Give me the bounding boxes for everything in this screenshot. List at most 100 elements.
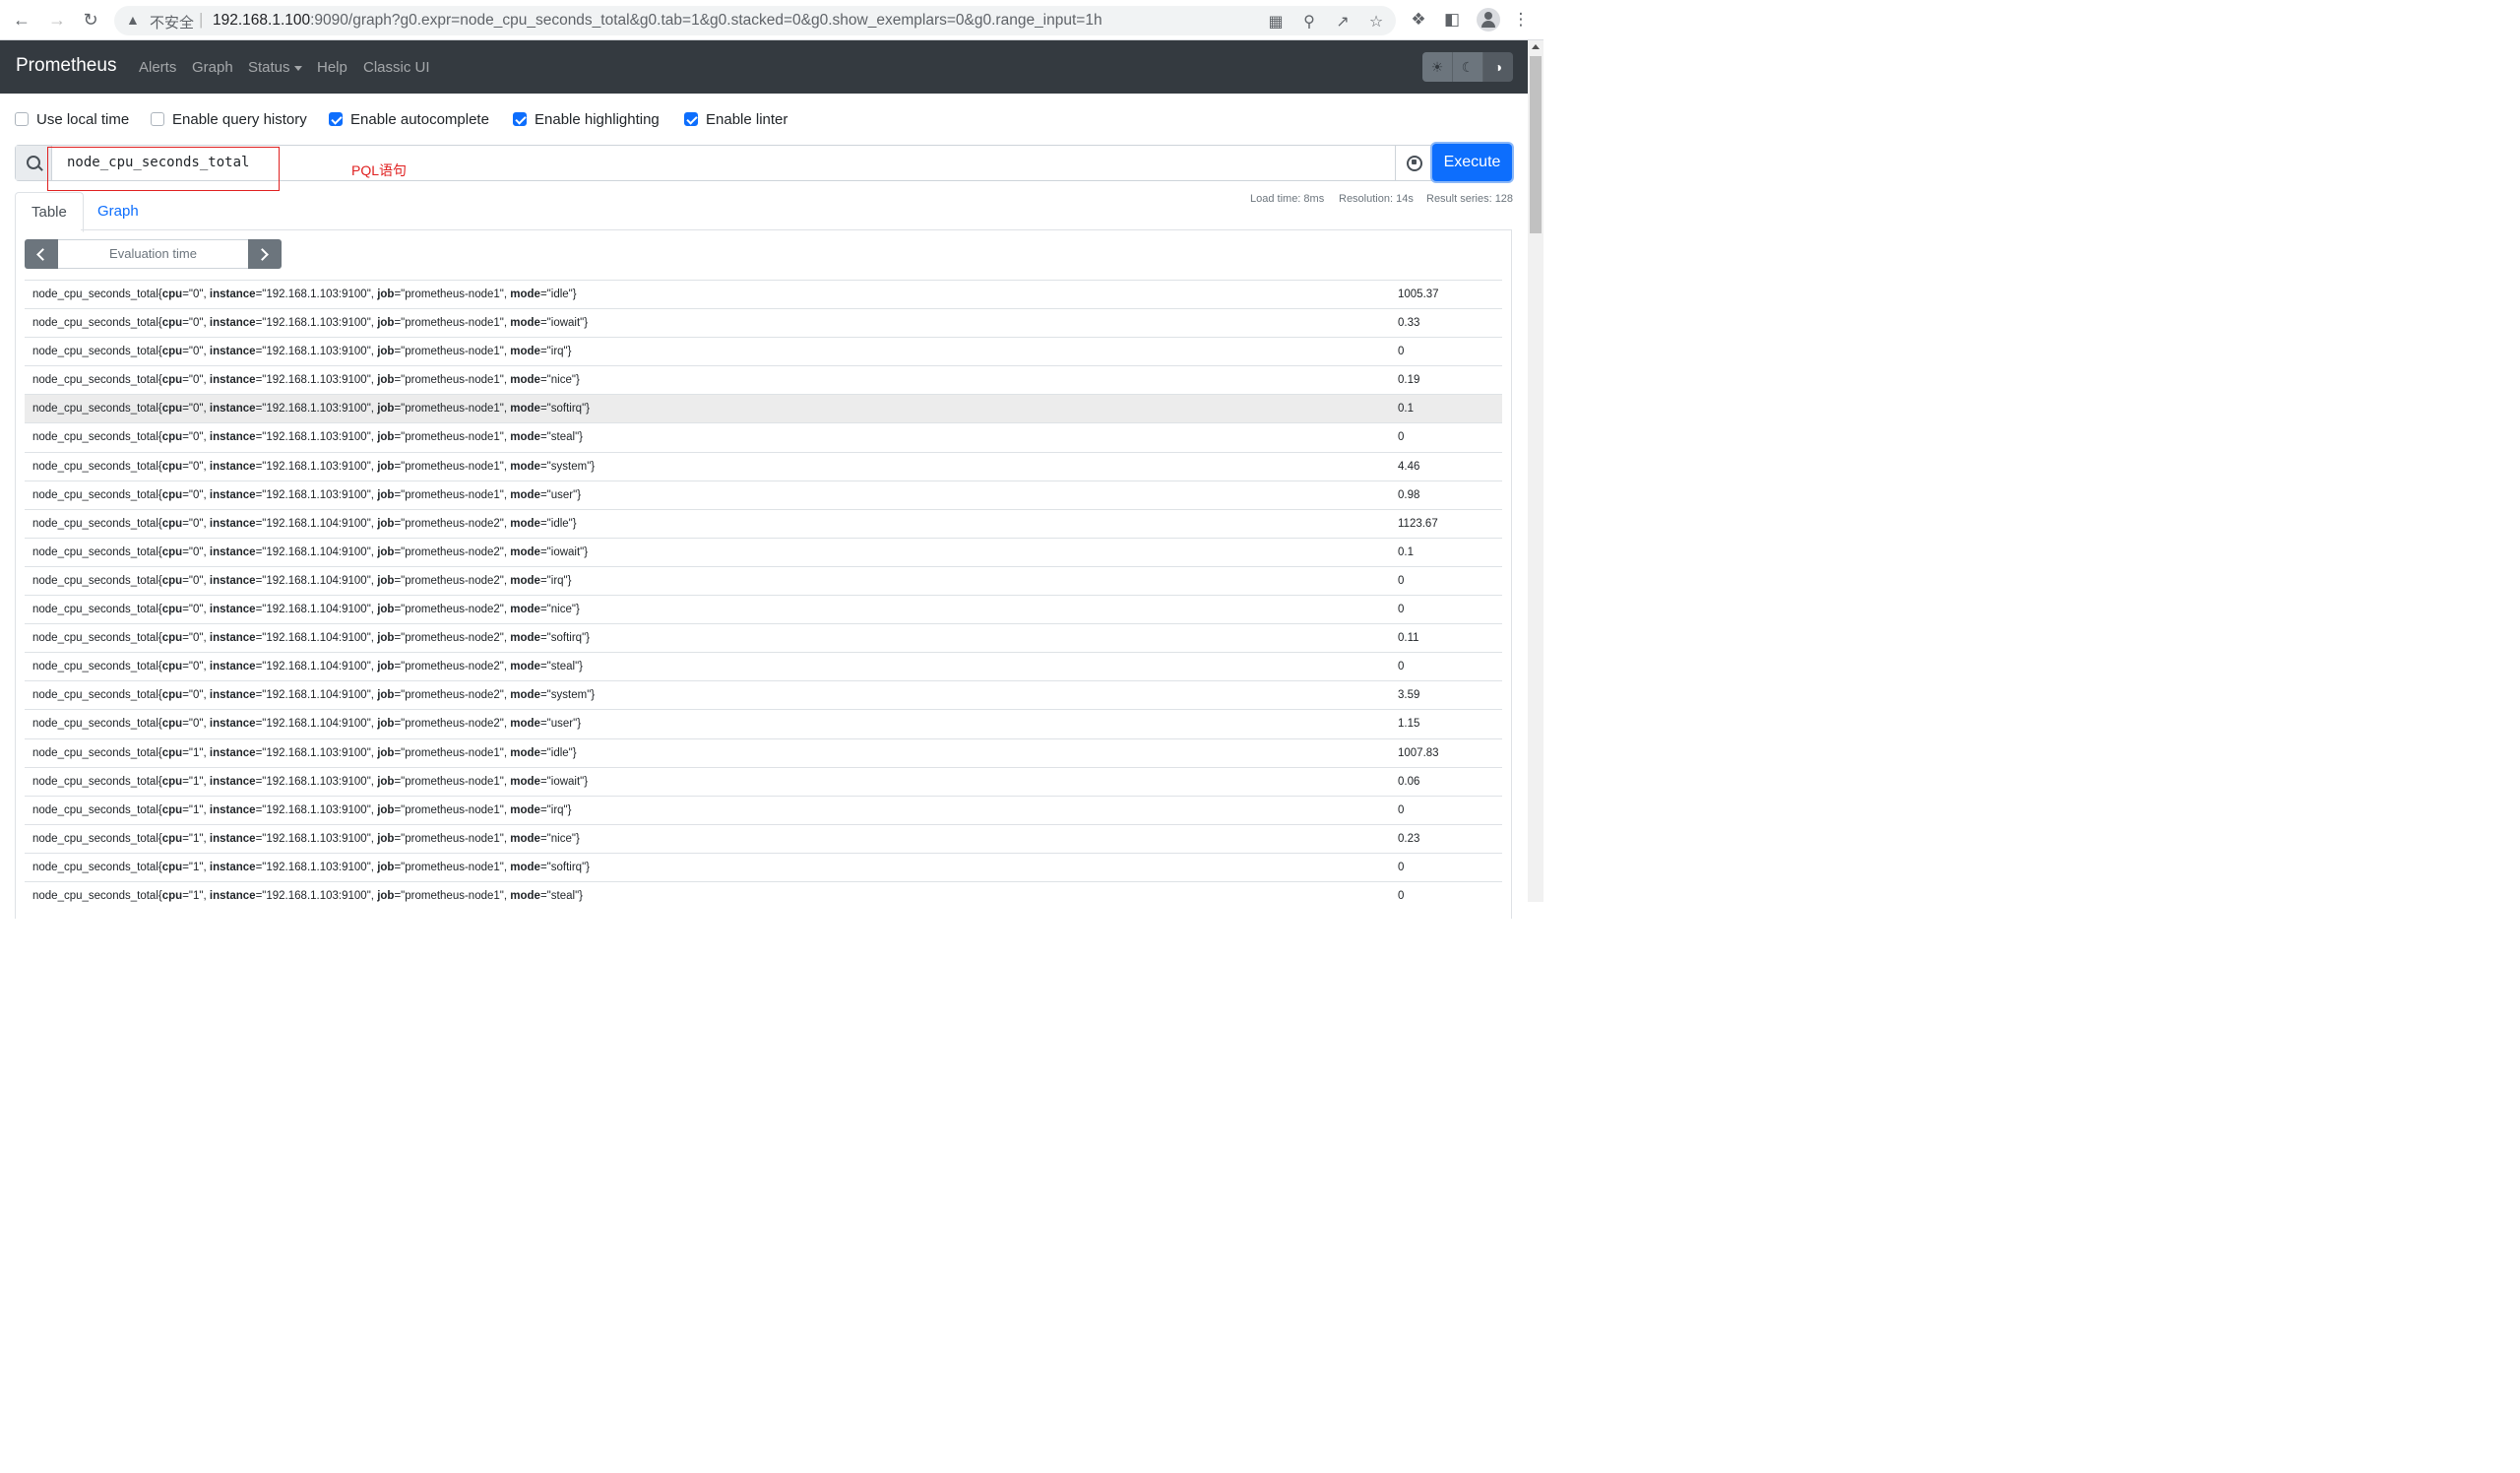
execute-button[interactable]: Execute (1432, 144, 1512, 181)
table-row: node_cpu_seconds_total{cpu="0", instance… (25, 451, 1502, 480)
browser-theme-contrast-icon[interactable]: ◑ (1483, 52, 1513, 82)
annotation-highlight-box (47, 147, 280, 191)
reload-icon[interactable]: ↻ (79, 9, 102, 32)
extensions-icon[interactable]: ❖ (1408, 10, 1429, 30)
series-label: node_cpu_seconds_total{cpu="1", instance… (32, 832, 580, 845)
table-row: node_cpu_seconds_total{cpu="0", instance… (25, 595, 1502, 623)
nav-alerts[interactable]: Alerts (139, 59, 176, 76)
bookmark-star-icon[interactable]: ☆ (1366, 12, 1386, 32)
series-value: 4.46 (1398, 460, 1420, 473)
nav-help[interactable]: Help (317, 59, 347, 76)
series-label: node_cpu_seconds_total{cpu="0", instance… (32, 689, 596, 702)
address-bar[interactable]: ▲ 不安全 | 192.168.1.100:9090/graph?g0.expr… (114, 6, 1396, 35)
next-time-button[interactable] (248, 239, 282, 269)
translate-icon[interactable]: ▦ (1266, 12, 1286, 32)
page-scrollbar[interactable] (1528, 40, 1544, 902)
series-label: node_cpu_seconds_total{cpu="0", instance… (32, 346, 572, 358)
series-value: 0 (1398, 604, 1405, 616)
series-value: 0.1 (1398, 403, 1414, 416)
table-row: node_cpu_seconds_total{cpu="1", instance… (25, 766, 1502, 796)
load-time: Load time: 8ms (1250, 193, 1325, 205)
table-row: node_cpu_seconds_total{cpu="1", instance… (25, 823, 1502, 853)
enable-linter-checkbox[interactable] (684, 112, 698, 126)
forward-icon[interactable]: → (45, 9, 69, 32)
metrics-explorer-button[interactable] (1395, 146, 1433, 180)
series-value: 1005.37 (1398, 288, 1439, 300)
warning-icon: ▲ (126, 12, 140, 28)
table-row: node_cpu_seconds_total{cpu="0", instance… (25, 365, 1502, 394)
series-label: node_cpu_seconds_total{cpu="0", instance… (32, 403, 591, 416)
result-series: Result series: 128 (1426, 193, 1514, 205)
brand-logo[interactable]: Prometheus (16, 55, 116, 77)
series-value: 3.59 (1398, 689, 1420, 702)
enable-query-history-checkbox[interactable] (151, 112, 164, 126)
series-value: 0 (1398, 431, 1405, 444)
use-local-time-checkbox[interactable] (15, 112, 29, 126)
table-row: node_cpu_seconds_total{cpu="0", instance… (25, 623, 1502, 652)
tab-graph[interactable]: Graph (82, 192, 155, 230)
series-label: node_cpu_seconds_total{cpu="0", instance… (32, 431, 583, 444)
series-value: 0 (1398, 574, 1405, 587)
enable-linter-option[interactable]: Enable linter (684, 109, 788, 129)
series-label: node_cpu_seconds_total{cpu="0", instance… (32, 718, 582, 731)
back-icon[interactable]: ← (10, 9, 33, 32)
evaluation-time-input[interactable]: Evaluation time (58, 239, 248, 269)
series-value: 0.19 (1398, 374, 1420, 387)
series-label: node_cpu_seconds_total{cpu="1", instance… (32, 889, 583, 902)
enable-autocomplete-option[interactable]: Enable autocomplete (329, 109, 489, 129)
series-label: node_cpu_seconds_total{cpu="0", instance… (32, 488, 582, 501)
side-panel-icon[interactable]: ◧ (1441, 10, 1463, 30)
series-label: node_cpu_seconds_total{cpu="1", instance… (32, 746, 577, 759)
nav-graph[interactable]: Graph (192, 59, 233, 76)
enable-autocomplete-checkbox[interactable] (329, 112, 343, 126)
series-value: 1.15 (1398, 718, 1420, 731)
table-row: node_cpu_seconds_total{cpu="1", instance… (25, 737, 1502, 767)
table-row: node_cpu_seconds_total{cpu="0", instance… (25, 308, 1502, 337)
light-theme-sun-icon[interactable]: ☀ (1422, 52, 1453, 82)
series-label: node_cpu_seconds_total{cpu="0", instance… (32, 632, 591, 645)
series-value: 0 (1398, 661, 1405, 673)
table-row: node_cpu_seconds_total{cpu="1", instance… (25, 852, 1502, 881)
dark-theme-moon-icon[interactable]: ☾ (1453, 52, 1483, 82)
enable-highlighting-checkbox[interactable] (513, 112, 527, 126)
theme-toggle-group: ☀ ☾ ◑ (1422, 52, 1513, 82)
top-navbar: Prometheus Alerts Graph Status Help Clas… (0, 40, 1528, 94)
caret-down-icon (293, 65, 302, 71)
table-row: node_cpu_seconds_total{cpu="0", instance… (25, 709, 1502, 737)
zoom-icon[interactable]: ⚲ (1299, 12, 1319, 32)
menu-kebab-icon[interactable]: ⋮ (1510, 10, 1532, 30)
globe-icon (1407, 156, 1422, 171)
table-row: node_cpu_seconds_total{cpu="0", instance… (25, 337, 1502, 365)
series-label: node_cpu_seconds_total{cpu="0", instance… (32, 517, 577, 530)
scrollbar-thumb[interactable] (1530, 56, 1542, 233)
table-row: node_cpu_seconds_total{cpu="0", instance… (25, 280, 1502, 308)
series-label: node_cpu_seconds_total{cpu="0", instance… (32, 574, 572, 587)
series-value: 0.33 (1398, 317, 1420, 330)
table-row: node_cpu_seconds_total{cpu="0", instance… (25, 537, 1502, 566)
series-label: node_cpu_seconds_total{cpu="1", instance… (32, 861, 591, 873)
scroll-up-arrow-icon[interactable] (1532, 44, 1540, 49)
share-icon[interactable]: ↗ (1333, 12, 1353, 32)
use-local-time-option[interactable]: Use local time (15, 109, 129, 129)
series-value: 0.98 (1398, 488, 1420, 501)
series-value: 0.11 (1398, 632, 1419, 645)
table-row: node_cpu_seconds_total{cpu="0", instance… (25, 480, 1502, 509)
nav-classic-ui[interactable]: Classic UI (363, 59, 430, 76)
annotation-label: PQL语句 (351, 162, 408, 178)
table-row: node_cpu_seconds_total{cpu="0", instance… (25, 422, 1502, 451)
table-row: node_cpu_seconds_total{cpu="0", instance… (25, 394, 1502, 423)
search-icon (27, 156, 40, 169)
table-row: node_cpu_seconds_total{cpu="0", instance… (25, 508, 1502, 538)
enable-highlighting-option[interactable]: Enable highlighting (513, 109, 660, 129)
series-value: 0 (1398, 861, 1405, 873)
profile-avatar-icon[interactable] (1477, 8, 1500, 32)
enable-query-history-option[interactable]: Enable query history (151, 109, 307, 129)
series-value: 0 (1398, 346, 1405, 358)
nav-status[interactable]: Status (248, 59, 302, 76)
series-value: 0 (1398, 803, 1405, 816)
series-value: 1123.67 (1398, 517, 1438, 530)
table-row: node_cpu_seconds_total{cpu="1", instance… (25, 795, 1502, 824)
prev-time-button[interactable] (25, 239, 58, 269)
tab-table[interactable]: Table (15, 192, 84, 232)
series-value: 0.23 (1398, 832, 1420, 845)
